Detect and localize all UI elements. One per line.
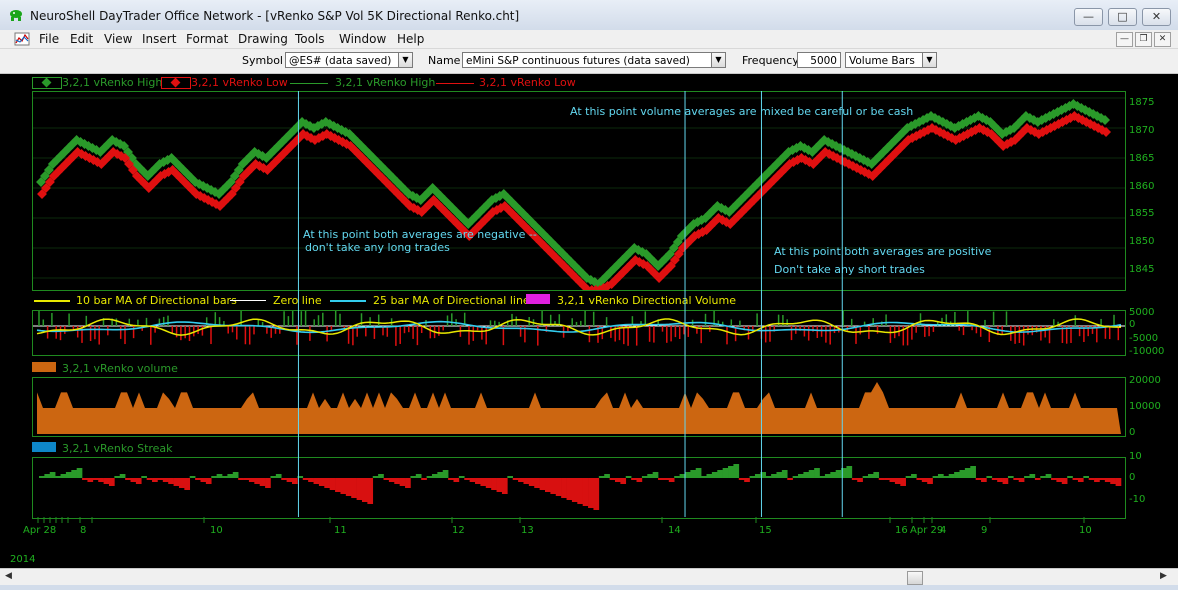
x-label: 12 (452, 525, 465, 536)
scroll-thumb[interactable] (907, 571, 923, 585)
x-label: Apr 29 (910, 525, 944, 536)
price-tick: 1855 (1129, 208, 1155, 219)
legend-vrenko-high: 3,2,1 vRenko High (62, 76, 163, 89)
menu-help[interactable]: Help (397, 32, 424, 46)
window-bottom-border (0, 585, 1178, 590)
low-legend-swatch (161, 77, 191, 89)
title-bar: NeuroShell DayTrader Office Network - [v… (0, 0, 1178, 31)
x-label: 9 (981, 525, 988, 536)
x-label: 15 (759, 525, 772, 536)
price-tick: 1850 (1129, 236, 1155, 247)
price-tick: 1845 (1129, 264, 1155, 275)
minimize-button[interactable]: — (1074, 8, 1103, 26)
vol-tick: 0 (1129, 427, 1136, 438)
name-dropdown-icon[interactable]: ▼ (711, 52, 726, 68)
scroll-right-icon[interactable]: ▶ (1160, 571, 1167, 581)
x-label: Apr 28 (23, 525, 57, 536)
event-marker-lines (297, 91, 843, 517)
mdi-minimize-button[interactable]: — (1116, 32, 1133, 47)
streak-tick: -10 (1129, 494, 1146, 505)
horizontal-scrollbar[interactable]: ◀ ▶ (0, 568, 1178, 586)
legend-vrenko-low-line: 3,2,1 vRenko Low (479, 76, 576, 89)
x-label: 14 (668, 525, 681, 536)
price-tick: 1870 (1129, 125, 1155, 136)
x-label: 11 (334, 525, 347, 536)
app-icon (8, 8, 24, 22)
menu-edit[interactable]: Edit (70, 32, 93, 46)
scroll-left-icon[interactable]: ◀ (5, 571, 12, 581)
frequency-unit-dropdown-icon[interactable]: ▼ (922, 52, 937, 68)
mdi-close-button[interactable]: ✕ (1154, 32, 1171, 47)
menu-insert[interactable]: Insert (142, 32, 176, 46)
dir-tick: 5000 (1129, 307, 1155, 318)
window-title: NeuroShell DayTrader Office Network - [v… (30, 9, 520, 23)
symbol-dropdown-icon[interactable]: ▼ (398, 52, 413, 68)
document-icon[interactable] (14, 32, 30, 46)
chart-area[interactable]: 3,2,1 vRenko High 3,2,1 vRenko Low 3,2,1… (8, 74, 1170, 568)
menu-drawing[interactable]: Drawing (238, 32, 288, 46)
dir-tick: -5000 (1129, 333, 1159, 344)
x-axis-ticks (37, 517, 1085, 523)
symbol-toolbar: Symbol @ES# (data saved) ▼ Name eMini S&… (0, 49, 1178, 74)
x-label: 16 (895, 525, 908, 536)
legend-vrenko-high-line: 3,2,1 vRenko High (335, 76, 436, 89)
symbol-label: Symbol (242, 54, 283, 67)
x-label: 8 (80, 525, 87, 536)
maximize-button[interactable]: □ (1108, 8, 1137, 26)
frequency-unit-select[interactable]: Volume Bars (845, 52, 923, 68)
legend-vrenko-low: 3,2,1 vRenko Low (191, 76, 288, 89)
menu-format[interactable]: Format (186, 32, 228, 46)
price-tick: 1860 (1129, 181, 1155, 192)
dir-tick: -10000 (1129, 346, 1165, 357)
x-axis-year: 2014 (10, 554, 36, 565)
dir-tick: 0 (1129, 319, 1136, 330)
menu-tools[interactable]: Tools (295, 32, 325, 46)
name-label: Name (428, 54, 461, 67)
vol-tick: 10000 (1129, 401, 1161, 412)
x-label: 4 (940, 525, 947, 536)
low-line-swatch (436, 83, 474, 84)
streak-tick: 0 (1129, 472, 1136, 483)
streak-tick: 10 (1129, 451, 1142, 462)
menu-view[interactable]: View (104, 32, 132, 46)
name-select[interactable]: eMini S&P continuous futures (data saved… (462, 52, 712, 68)
frequency-label: Frequency (742, 54, 799, 67)
x-label: 13 (521, 525, 534, 536)
vol-tick: 20000 (1129, 375, 1161, 386)
frequency-input[interactable]: 5000 (797, 52, 841, 68)
mdi-restore-button[interactable]: ❐ (1135, 32, 1152, 47)
high-line-swatch (290, 83, 328, 84)
price-tick: 1865 (1129, 153, 1155, 164)
menu-file[interactable]: File (39, 32, 59, 46)
close-button[interactable]: ✕ (1142, 8, 1171, 26)
symbol-select[interactable]: @ES# (data saved) (285, 52, 399, 68)
x-label: 10 (1079, 525, 1092, 536)
price-tick: 1875 (1129, 97, 1155, 108)
high-legend-swatch (32, 77, 62, 89)
menu-bar: File Edit View Insert Format Drawing Too… (0, 30, 1178, 49)
x-label: 10 (210, 525, 223, 536)
menu-window[interactable]: Window (339, 32, 386, 46)
